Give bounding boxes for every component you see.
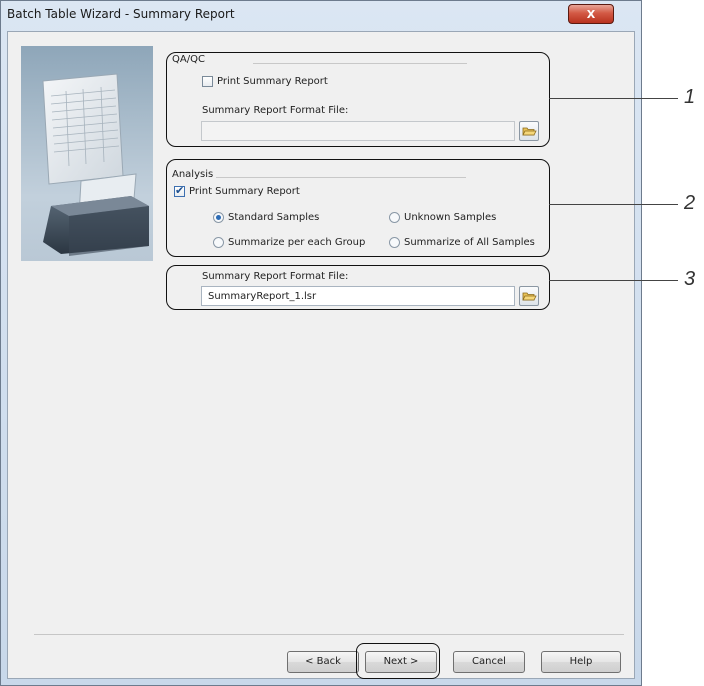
callout-number-3: 3 bbox=[684, 268, 696, 290]
callout-line-3 bbox=[549, 280, 678, 281]
wizard-window: Batch Table Wizard - Summary Report X QA… bbox=[0, 0, 642, 686]
callout-box-1 bbox=[166, 52, 550, 147]
callout-box-3 bbox=[166, 265, 550, 310]
callout-number-1: 1 bbox=[684, 86, 696, 108]
title-bar: Batch Table Wizard - Summary Report X bbox=[1, 1, 641, 31]
cancel-button[interactable]: Cancel bbox=[453, 651, 525, 673]
callout-box-2 bbox=[166, 159, 550, 257]
callout-number-2: 2 bbox=[684, 192, 696, 214]
callout-line-2 bbox=[549, 204, 678, 205]
back-button[interactable]: < Back bbox=[287, 651, 359, 673]
window-title: Batch Table Wizard - Summary Report bbox=[7, 7, 235, 21]
close-button[interactable]: X bbox=[568, 4, 614, 24]
bottom-separator bbox=[34, 634, 624, 635]
next-callout-box bbox=[356, 643, 440, 679]
help-button[interactable]: Help bbox=[541, 651, 621, 673]
printer-illustration bbox=[21, 46, 153, 261]
callout-line-1 bbox=[549, 98, 678, 99]
printer-icon bbox=[42, 73, 149, 256]
